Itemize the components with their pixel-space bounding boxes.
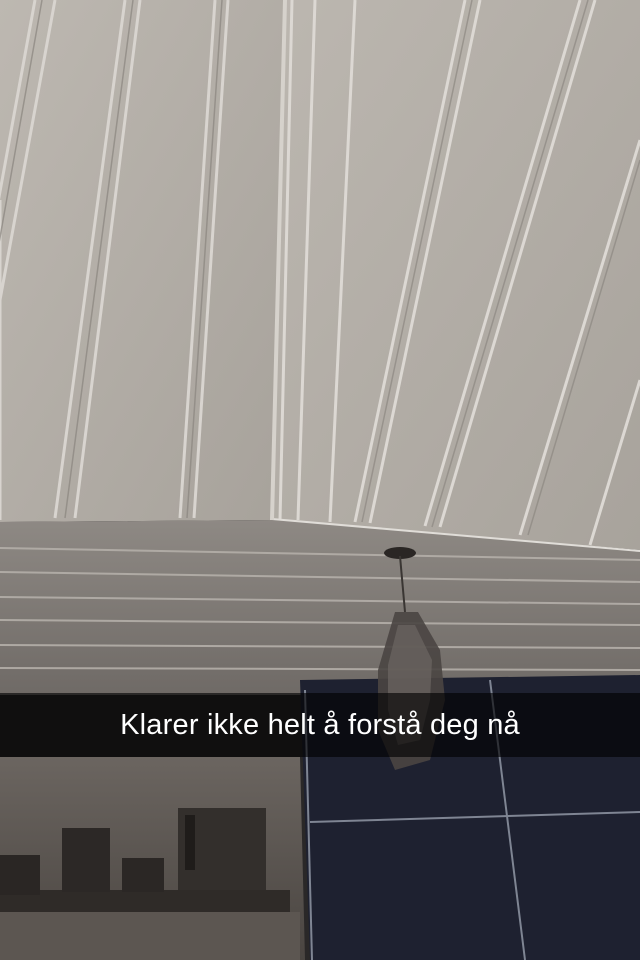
ceiling-right (270, 0, 640, 554)
photo-scene (0, 0, 640, 960)
caption-text: Klarer ikke helt å forstå deg nå (120, 708, 520, 741)
ceiling-left (0, 0, 285, 522)
wall-panels (0, 520, 640, 695)
caption-bar: Klarer ikke helt å forstå deg nå (0, 693, 640, 757)
shelf-area (0, 757, 305, 960)
